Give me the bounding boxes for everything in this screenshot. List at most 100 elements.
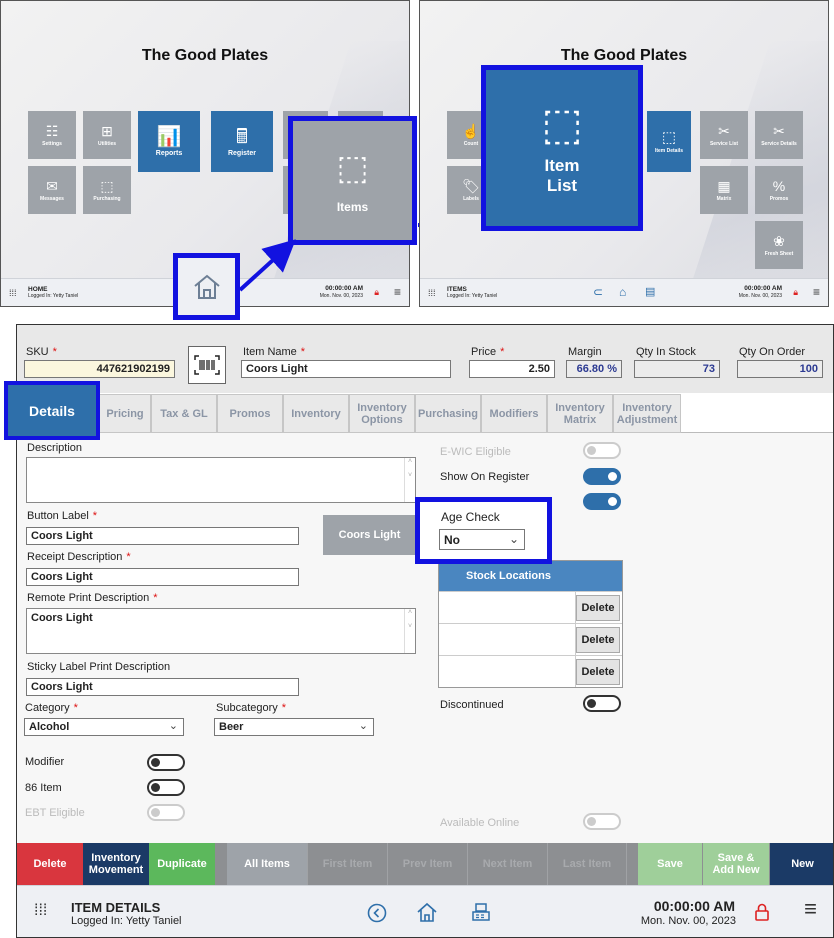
subcategory-select[interactable]: Beer ⌄	[214, 718, 374, 736]
matrix-grid-icon: ▦	[717, 177, 731, 194]
item-details-footer: ⁞⁞⁞ ITEM DETAILS Logged In: Yetty Taniel…	[17, 885, 833, 937]
qty-in-stock-label: Qty In Stock	[636, 346, 696, 358]
hand-count-icon: ☝	[462, 122, 480, 139]
button-label-field[interactable]: Coors Light	[26, 527, 299, 545]
logged-in-text: Logged In: Yetty Taniel	[71, 915, 182, 927]
tile-matrix[interactable]: ▦ Matrix	[700, 166, 748, 214]
home-icon[interactable]: ⌂	[619, 285, 626, 299]
tab-details[interactable]: Details	[4, 381, 100, 440]
item-name-field[interactable]: Coors Light	[241, 360, 451, 378]
barcode-scan-button[interactable]	[188, 346, 226, 384]
back-circle-icon[interactable]	[367, 903, 387, 923]
sticky-label-field[interactable]: Coors Light	[26, 678, 299, 696]
age-check-toggle[interactable]	[583, 493, 621, 510]
sticky-label-label: Sticky Label Print Description	[27, 661, 171, 673]
delete-location-button[interactable]: Delete	[576, 659, 620, 685]
chevron-down-icon: ⌄	[358, 720, 368, 732]
tile-label: Service Details	[761, 140, 797, 147]
discontinued-label: Discontinued	[440, 699, 504, 711]
tab-pricing[interactable]: Pricing	[99, 394, 151, 433]
tile-service-details[interactable]: ✂ Service Details	[755, 111, 803, 159]
age-check-value: No	[444, 533, 460, 547]
screen-title: ITEMS	[447, 286, 467, 293]
sku-field[interactable]: 447621902199	[24, 360, 175, 378]
item-header: SKU * 447621902199 Item Name * Coors Light…	[17, 325, 833, 393]
tile-service-list[interactable]: ✂ Service List	[700, 111, 748, 159]
inventory-movement-button[interactable]: Inventory Movement	[83, 843, 149, 885]
new-button[interactable]: New	[770, 843, 833, 885]
tab-purchasing[interactable]: Purchasing	[415, 394, 481, 433]
apps-grid-icon[interactable]: ⁞⁞⁞	[428, 288, 436, 298]
item-86-toggle[interactable]	[147, 779, 185, 796]
ewic-eligible-toggle[interactable]	[583, 442, 621, 459]
description-textarea[interactable]	[26, 457, 416, 503]
button-preview: Coors Light	[323, 515, 416, 555]
category-select[interactable]: Alcohol ⌄	[24, 718, 184, 736]
hamburger-menu-icon[interactable]: ≡	[804, 896, 817, 922]
ebt-eligible-toggle[interactable]	[147, 804, 185, 821]
tile-fresh-sheet[interactable]: ❀ Fresh Sheet	[755, 221, 803, 269]
home-icon[interactable]	[416, 902, 438, 923]
tools-icon: ✂	[718, 122, 730, 139]
duplicate-button[interactable]: Duplicate	[149, 843, 215, 885]
tile-item-details[interactable]: ⬚ Item Details	[647, 111, 691, 172]
back-circle-icon[interactable]: ⊂	[593, 285, 603, 299]
lock-icon[interactable]: 🔒︎	[793, 287, 798, 298]
next-item-button[interactable]: Next Item	[467, 843, 547, 885]
hamburger-menu-icon[interactable]: ≡	[813, 285, 820, 299]
discontinued-toggle[interactable]	[583, 695, 621, 712]
last-item-button[interactable]: Last Item	[547, 843, 627, 885]
delete-location-button[interactable]: Delete	[576, 595, 620, 621]
modifier-toggle[interactable]	[147, 754, 185, 771]
cash-register-icon[interactable]	[471, 902, 491, 922]
first-item-button[interactable]: First Item	[307, 843, 387, 885]
save-add-new-button[interactable]: Save & Add New	[703, 843, 769, 885]
tab-bar: Pricing Tax & GL Promos Inventory Invent…	[17, 393, 833, 433]
tile-label: Matrix	[716, 195, 732, 202]
item-86-label: 86 Item	[25, 782, 62, 794]
prev-item-button[interactable]: Prev Item	[387, 843, 467, 885]
description-scrollbar[interactable]: ˄ ˅	[404, 458, 415, 502]
table-row: Delete	[439, 655, 622, 687]
table-row: Delete	[439, 623, 622, 655]
show-on-register-label: Show On Register	[440, 471, 530, 483]
delete-location-button[interactable]: Delete	[576, 627, 620, 653]
tile-label: Item List	[544, 156, 580, 195]
tab-tax-gl[interactable]: Tax & GL	[151, 394, 217, 433]
show-on-register-toggle[interactable]	[583, 468, 621, 485]
price-field[interactable]: 2.50	[469, 360, 555, 378]
remote-print-textarea[interactable]: Coors Light	[26, 608, 416, 654]
age-check-select[interactable]: No ⌄	[439, 529, 525, 550]
tab-promos[interactable]: Promos	[217, 394, 283, 433]
chevron-down-icon: ⌄	[508, 532, 519, 546]
tab-inventory[interactable]: Inventory	[283, 394, 349, 433]
details-pane: Description ˄ ˅ Button Label * Coors Light…	[17, 433, 833, 843]
tile-label: Item Details	[654, 147, 684, 154]
clock-time: 00:00:00 AM	[653, 898, 735, 914]
zoom-tile-item-list[interactable]: ⬚ Item List	[486, 70, 638, 226]
action-bar: Delete Inventory Movement Duplicate All …	[17, 843, 833, 885]
remote-print-scrollbar[interactable]: ˄ ˅	[404, 609, 415, 653]
tile-promos[interactable]: % Promos	[755, 166, 803, 214]
register-icon[interactable]: ▤	[645, 285, 655, 298]
available-online-toggle[interactable]	[583, 813, 621, 830]
qty-in-stock-field: 73	[634, 360, 720, 378]
tag-icon: 🏷︎	[462, 177, 480, 194]
qty-on-order-label: Qty On Order	[739, 346, 806, 358]
tab-inventory-matrix[interactable]: Inventory Matrix	[547, 394, 613, 433]
receipt-description-field[interactable]: Coors Light	[26, 568, 299, 586]
clock-date: Mon. Nov. 00, 2023	[738, 293, 782, 299]
ebt-eligible-label: EBT Eligible	[25, 807, 85, 819]
save-button[interactable]: Save	[638, 843, 702, 885]
tab-modifiers[interactable]: Modifiers	[481, 394, 547, 433]
lock-icon[interactable]	[754, 902, 770, 922]
tab-inventory-adjustment[interactable]: Inventory Adjustment	[613, 394, 681, 433]
delete-button[interactable]: Delete	[17, 843, 83, 885]
available-online-label: Available Online	[440, 817, 520, 829]
tab-inventory-options[interactable]: Inventory Options	[349, 394, 415, 433]
clock-date: Mon. Nov. 00, 2023	[640, 915, 736, 927]
remote-print-label: Remote Print Description *	[27, 592, 158, 604]
apps-grid-icon[interactable]: ⁞⁞⁞	[34, 902, 47, 920]
price-label: Price *	[471, 346, 505, 358]
all-items-button[interactable]: All Items	[227, 843, 307, 885]
